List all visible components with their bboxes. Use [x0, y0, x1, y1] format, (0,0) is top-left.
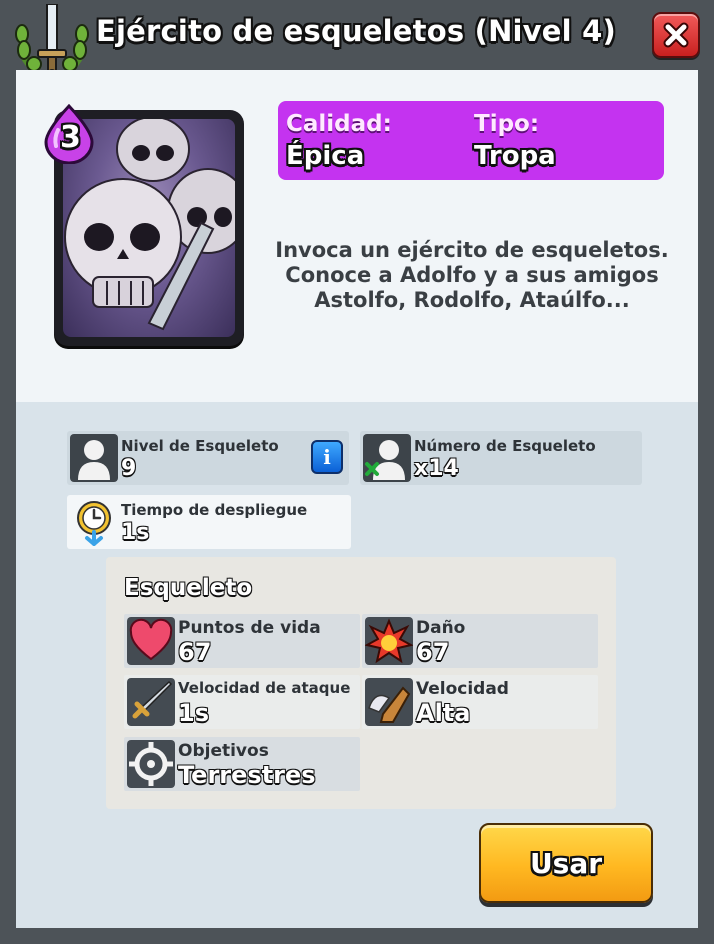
stat-value: x14 [414, 456, 459, 481]
card-info-box: Calidad: Épica Tipo: Tropa [278, 101, 664, 180]
stat-label: Nivel de Esqueleto [121, 437, 279, 455]
page-title: Ejército de esqueletos (Nivel 4) [96, 14, 616, 48]
stat-label: Velocidad de ataque [178, 679, 351, 697]
section-title: Esqueleto [124, 575, 253, 601]
stat-hit-speed: Velocidad de ataque 1s [124, 675, 360, 729]
stat-label: Daño [416, 618, 466, 638]
stat-value: 67 [416, 638, 450, 666]
crosshair-icon [127, 740, 175, 788]
stat-label: Velocidad [416, 679, 509, 699]
description-line: Invoca un ejército de esqueletos. [275, 238, 669, 262]
stat-label: Puntos de vida [178, 618, 321, 638]
stat-deploy-time: Tiempo de despliegue 1s [67, 495, 351, 549]
laurel-sword-icon [15, 4, 89, 79]
sword-icon [127, 678, 175, 726]
description-line: Astolfo, Rodolfo, Ataúlfo... [314, 288, 630, 312]
stat-damage: Daño 67 [362, 614, 598, 668]
stat-value: 1s [178, 699, 209, 727]
skeleton-silhouette-icon [70, 434, 118, 482]
header: Ejército de esqueletos (Nivel 4) [0, 0, 714, 79]
stat-label: Tiempo de despliegue [121, 501, 308, 519]
use-button[interactable]: Usar [479, 823, 653, 903]
stat-value: 67 [178, 638, 212, 666]
close-button[interactable] [652, 12, 700, 58]
card-details-panel: 3 Calidad: Épica Tipo: Tropa Invoca un e… [16, 70, 698, 928]
stat-label: Objetivos [178, 741, 269, 761]
info-icon: i [323, 445, 331, 469]
explosion-icon [365, 617, 413, 665]
stat-speed: Velocidad Alta [362, 675, 598, 729]
stat-level: Nivel de Esqueleto 9 i [67, 431, 349, 485]
skeleton-stats-box: Esqueleto Puntos de vida 67 Daño 67 Velo… [106, 557, 616, 809]
heart-icon [127, 617, 175, 665]
elixir-cost: 3 [60, 120, 81, 155]
stat-value: 9 [121, 456, 137, 481]
stat-hitpoints: Puntos de vida 67 [124, 614, 360, 668]
quality-label: Calidad: [286, 111, 392, 137]
close-x-icon [663, 22, 689, 48]
card-description: Invoca un ejército de esqueletos. Conoce… [266, 238, 678, 313]
stat-value: Terrestres [178, 761, 316, 789]
winged-boot-icon [365, 678, 413, 726]
description-line: Conoce a Adolfo y a sus amigos [285, 263, 659, 287]
info-button[interactable]: i [311, 440, 343, 474]
type-value: Tropa [474, 141, 556, 171]
skeleton-count-icon [363, 434, 411, 482]
stat-targets: Objetivos Terrestres [124, 737, 360, 791]
stopwatch-icon [70, 498, 118, 546]
stat-value: 1s [121, 520, 150, 545]
quality-value: Épica [286, 141, 365, 171]
stat-count: Número de Esqueleto x14 [360, 431, 642, 485]
type-label: Tipo: [474, 111, 540, 137]
stat-label: Número de Esqueleto [414, 437, 596, 455]
stat-value: Alta [416, 699, 471, 727]
